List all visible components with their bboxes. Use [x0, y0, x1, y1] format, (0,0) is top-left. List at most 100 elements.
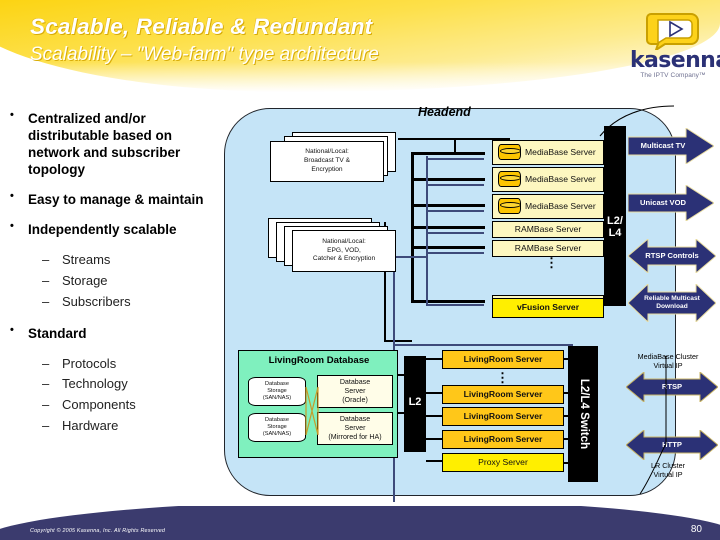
l2-l4-switch-top: L2/ L4 [604, 126, 626, 306]
source-line: Encryption [311, 165, 343, 173]
server-box: MediaBase Server [492, 167, 604, 192]
lr-server-list-ellipsis: ⋮ [496, 370, 509, 385]
connector-line [411, 300, 485, 303]
connector-line-blue [426, 232, 484, 235]
switch-label: L2/L4 Switch [578, 378, 590, 450]
server-label: Proxy Server [478, 456, 528, 467]
server-label: LivingRoom Server [463, 388, 543, 399]
server-box: RAMBase Server [492, 221, 604, 238]
copyright-text: Copyright © 2005 Kasenna, Inc. All Right… [30, 528, 166, 534]
switch-label-line2: L4 [608, 226, 622, 239]
kasenna-logo: kasenna The IPTV Company™ [630, 8, 720, 94]
db-server-line: Database [339, 414, 371, 423]
server-label: MediaBase Server [525, 200, 596, 211]
source-line: Catcher & Encryption [312, 255, 376, 263]
headend-leader-line [599, 105, 675, 137]
server-label: RAMBase Server [514, 242, 582, 253]
page-title: Scalable, Reliable & Redundant [30, 14, 373, 39]
server-label: LivingRoom Server [463, 410, 543, 421]
connector-line-blue [426, 184, 484, 187]
server-label: MediaBase Server [525, 173, 596, 184]
l2-switch-mid: L2 [404, 356, 426, 452]
storage-line: Storage [267, 424, 287, 430]
headend-label: Headend [418, 105, 471, 119]
db-server-line: Database [339, 377, 371, 386]
flow-arrow-rtsp-controls: RTSP Controls [628, 239, 716, 273]
database-storage-box: Database Storage (SAN/NAS) [248, 413, 306, 442]
storage-line: Database [265, 381, 289, 388]
slide-header: Scalable, Reliable & Redundant Scalabili… [0, 0, 720, 98]
livingroom-server-box: LivingRoom Server [442, 385, 564, 404]
server-box: MediaBase Server [492, 140, 604, 165]
connector-line-blue [395, 344, 573, 347]
connector-line [411, 246, 485, 249]
connector-line [426, 392, 442, 395]
db-server-line: (Oracle) [342, 396, 368, 405]
flow-arrow-reliable-multicast-download: Reliable Multicast Download [628, 284, 716, 322]
storage-drum-icon [498, 144, 521, 160]
connector-line [411, 204, 485, 207]
livingroom-server-box: LivingRoom Server [442, 430, 564, 449]
database-server-box: Database Server (Oracle) [317, 375, 393, 408]
connector-line-blue [426, 156, 429, 306]
server-label: vFusion Server [516, 302, 580, 313]
storage-drum-icon [498, 198, 521, 214]
server-label: MediaBase Server [525, 146, 596, 157]
connector-line-blue [426, 158, 484, 161]
connector-bus [454, 138, 456, 152]
database-server-box: Database Server (Mirrored for HA) [317, 412, 393, 445]
storage-drum-icon [498, 171, 521, 187]
database-storage-box: Database Storage (SAN/NAS) [248, 377, 306, 406]
source-line: Broadcast TV & [303, 157, 351, 165]
connector-line [411, 226, 485, 229]
server-label: LivingRoom Server [463, 353, 543, 364]
play-badge-icon [646, 8, 700, 53]
l2-l4-switch-bottom: L2/L4 Switch [568, 346, 598, 482]
storage-line: Storage [267, 388, 287, 394]
header-fade [0, 62, 720, 98]
db-server-line: Server [344, 423, 366, 432]
db-server-line: (Mirrored for HA) [328, 433, 382, 442]
db-crosslink-lines [305, 386, 319, 436]
callout-leader-lines [639, 356, 667, 495]
source-stack-broadcast: National/Local: Broadcast TV & Encryptio… [270, 132, 400, 182]
livingroom-server-box: LivingRoom Server [442, 350, 564, 369]
page-number: 80 [690, 524, 702, 535]
livingroom-database-group: LivingRoom Database Database Storage (SA… [238, 350, 398, 458]
source-line: National/Local: [322, 237, 366, 245]
connector-line-blue [426, 210, 484, 213]
connector-line-blue [426, 252, 484, 255]
server-box: MediaBase Server [492, 194, 604, 219]
source-line: National/Local: [305, 148, 349, 156]
vfusion-server-box-main: vFusion Server [492, 298, 604, 318]
flow-arrow-unicast-vod: Unicast VOD [628, 185, 714, 221]
storage-line: (SAN/NAS) [262, 430, 292, 437]
slide-footer: Copyright © 2005 Kasenna, Inc. All Right… [0, 506, 720, 540]
connector-line [426, 460, 442, 463]
storage-line: Database [265, 417, 289, 424]
logo-wordmark: kasenna [630, 48, 720, 73]
group-title: LivingRoom Database [268, 355, 370, 366]
switch-label-line1: L2/ [607, 215, 623, 227]
connector-line [411, 152, 485, 155]
server-list-ellipsis: ⋮ [545, 255, 558, 270]
db-server-line: Server [344, 386, 366, 395]
connector-line [426, 415, 442, 418]
switch-label: L2 [408, 396, 422, 408]
logo-tagline: The IPTV Company™ [640, 72, 706, 79]
server-label: LivingRoom Server [463, 433, 543, 444]
connector-line [426, 438, 442, 441]
server-label: RAMBase Server [514, 223, 582, 234]
source-line: EPG, VOD, [327, 246, 361, 254]
page-subtitle: Scalability – "Web-farm" type architectu… [30, 44, 379, 65]
connector-line [426, 358, 442, 361]
connector-line [411, 178, 485, 181]
livingroom-server-box: LivingRoom Server [442, 407, 564, 426]
architecture-diagram: Headend National/Local: Broadcast TV & E… [0, 100, 720, 512]
proxy-server-box: Proxy Server [442, 453, 564, 472]
connector-line [384, 340, 412, 343]
footer-banner-shape [0, 506, 720, 540]
connector-line-blue [426, 304, 484, 307]
source-stack-epg-vod: National/Local: EPG, VOD, Catcher & Encr… [268, 218, 408, 272]
storage-line: (SAN/NAS) [262, 394, 292, 401]
